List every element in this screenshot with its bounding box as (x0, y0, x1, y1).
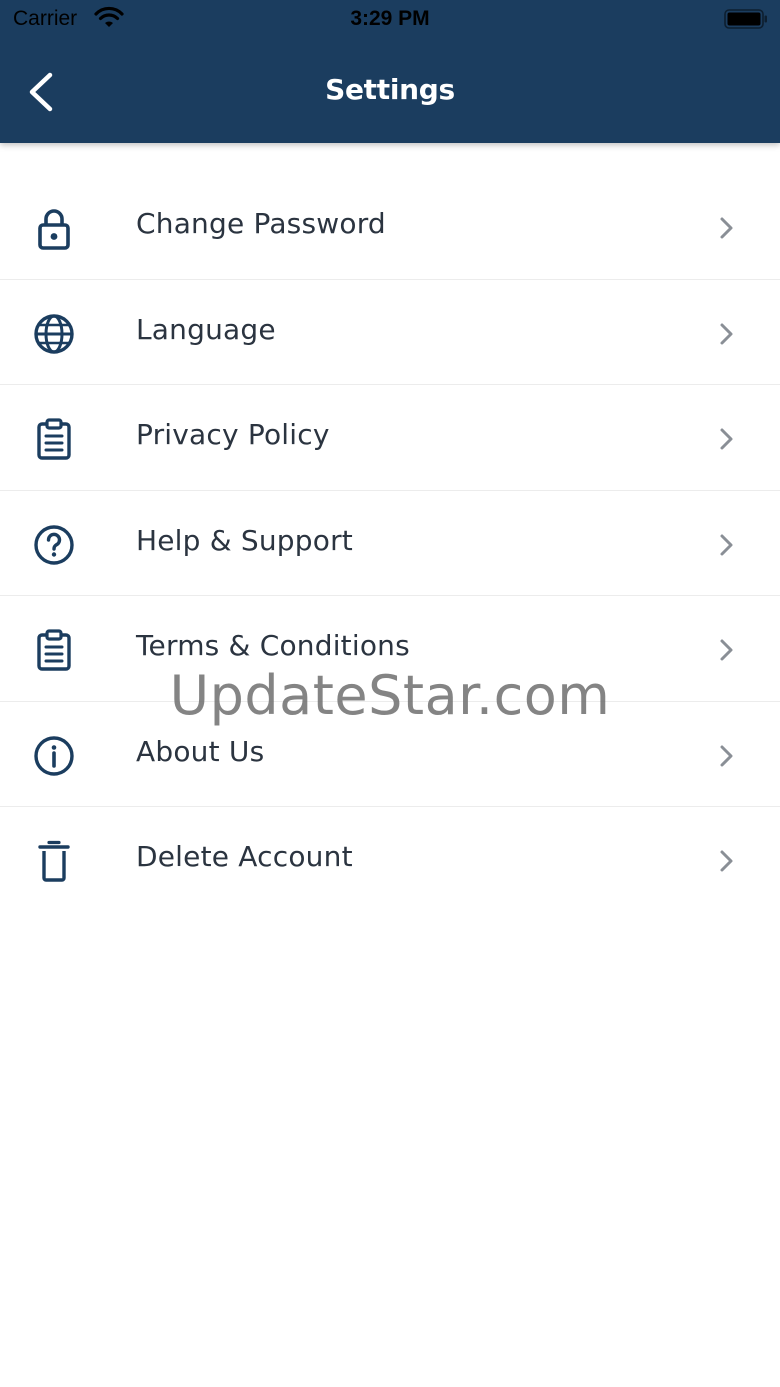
settings-item-label: Terms & Conditions (136, 629, 410, 662)
globe-icon (34, 313, 74, 354)
battery-icon (724, 9, 767, 29)
settings-item-label: Help & Support (136, 523, 353, 557)
settings-item-about-us[interactable]: About Us (0, 702, 780, 807)
settings-list: Change Password Language Privacy Policy (0, 174, 780, 913)
status-bar: Carrier 3:29 PM (0, 0, 780, 40)
settings-item-terms-conditions[interactable]: Terms & Conditions (0, 596, 780, 702)
chevron-right-icon (720, 217, 733, 239)
info-circle-icon (34, 735, 74, 776)
settings-item-label: Delete Account (136, 840, 353, 873)
settings-item-label: Language (136, 312, 276, 346)
chevron-right-icon (720, 745, 733, 766)
status-time: 3:29 PM (350, 7, 430, 30)
chevron-right-icon (720, 534, 733, 555)
settings-item-change-password[interactable]: Change Password (0, 174, 780, 280)
settings-item-label: Change Password (136, 207, 386, 240)
question-circle-icon (34, 524, 74, 565)
chevron-right-icon (720, 323, 733, 344)
clipboard-icon (37, 629, 71, 671)
clipboard-icon (37, 418, 71, 460)
trash-icon (38, 840, 70, 882)
settings-item-privacy-policy[interactable]: Privacy Policy (0, 385, 780, 491)
chevron-right-icon (720, 850, 733, 872)
chevron-right-icon (720, 428, 733, 450)
settings-item-help-support[interactable]: Help & Support (0, 491, 780, 596)
page-title: Settings (325, 73, 455, 106)
lock-icon (38, 209, 70, 250)
settings-item-delete-account[interactable]: Delete Account (0, 807, 780, 913)
chevron-right-icon (720, 639, 733, 661)
settings-item-language[interactable]: Language (0, 280, 780, 385)
settings-item-label: Privacy Policy (136, 418, 330, 451)
settings-item-label: About Us (136, 734, 265, 768)
navigation-bar: Carrier 3:29 PM Settings (0, 0, 780, 143)
